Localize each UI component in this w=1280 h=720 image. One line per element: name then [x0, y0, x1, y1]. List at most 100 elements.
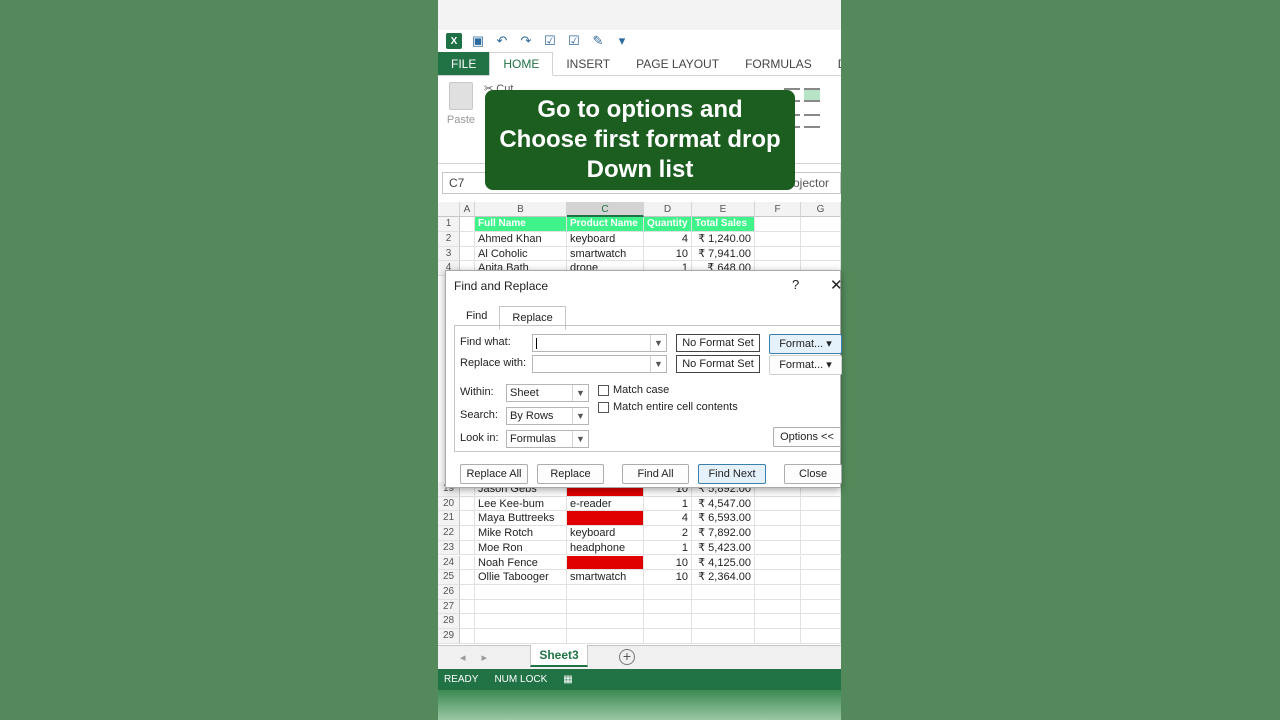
- cell[interactable]: [755, 555, 801, 571]
- cell-name[interactable]: Moe Ron: [475, 540, 567, 556]
- tab-data[interactable]: DATA: [825, 52, 841, 75]
- search-select[interactable]: By Rows ▼: [506, 407, 589, 425]
- find-what-input[interactable]: ▼: [532, 334, 667, 352]
- cell[interactable]: [460, 232, 475, 247]
- match-case-checkbox[interactable]: Match case: [598, 384, 669, 396]
- cell-sales[interactable]: [692, 614, 755, 629]
- cell[interactable]: [460, 614, 475, 629]
- add-sheet-icon[interactable]: +: [619, 649, 635, 665]
- cell-name[interactable]: [475, 584, 567, 600]
- header-cell[interactable]: Product Name: [567, 217, 644, 232]
- cell-quantity[interactable]: 1: [644, 540, 692, 556]
- checkbox-box[interactable]: [598, 401, 609, 413]
- redo-icon[interactable]: ↷: [518, 33, 534, 49]
- form-icon[interactable]: ✎: [590, 33, 606, 49]
- cell[interactable]: [755, 496, 801, 512]
- undo-icon[interactable]: ↶: [494, 33, 510, 49]
- tab-insert[interactable]: INSERT: [553, 52, 623, 75]
- cell-product[interactable]: projector: [567, 511, 644, 527]
- cell[interactable]: [801, 511, 841, 527]
- chevron-down-icon[interactable]: ▼: [572, 431, 588, 447]
- cell-sales[interactable]: ₹ 2,364.00: [692, 570, 755, 585]
- cell-quantity[interactable]: [644, 629, 692, 644]
- tab-page-layout[interactable]: PAGE LAYOUT: [623, 52, 732, 75]
- cell[interactable]: [755, 232, 801, 247]
- cell-quantity[interactable]: 4: [644, 511, 692, 527]
- close-button[interactable]: Close: [784, 464, 842, 484]
- chevron-down-icon[interactable]: ▼: [572, 385, 588, 401]
- chevron-down-icon[interactable]: ▼: [650, 356, 666, 372]
- cell[interactable]: [801, 232, 841, 247]
- cell[interactable]: [755, 246, 801, 262]
- row-number[interactable]: 2: [438, 232, 460, 247]
- row-number[interactable]: 25: [438, 570, 460, 585]
- chevron-down-icon[interactable]: ▼: [572, 408, 588, 424]
- within-select[interactable]: Sheet ▼: [506, 384, 589, 402]
- align-middle-icon[interactable]: [804, 88, 820, 102]
- cell-name[interactable]: [475, 599, 567, 615]
- align-right-icon[interactable]: [804, 114, 820, 128]
- find-format-button[interactable]: Format... ▾: [769, 334, 842, 354]
- cell-sales[interactable]: ₹ 4,547.00: [692, 496, 755, 512]
- cell[interactable]: [801, 246, 841, 262]
- row-number[interactable]: 28: [438, 614, 460, 629]
- cell[interactable]: [755, 526, 801, 541]
- checkbox-icon[interactable]: ☑: [566, 33, 582, 49]
- column-header-d[interactable]: D: [644, 202, 692, 217]
- cell-sales[interactable]: [692, 584, 755, 600]
- column-header-a[interactable]: A: [460, 202, 475, 217]
- cell-product[interactable]: [567, 614, 644, 629]
- cell[interactable]: [755, 540, 801, 556]
- cell[interactable]: [801, 526, 841, 541]
- row-number[interactable]: 21: [438, 511, 460, 527]
- cell-name[interactable]: Al Coholic: [475, 246, 567, 262]
- cell[interactable]: [801, 496, 841, 512]
- row-number[interactable]: 23: [438, 540, 460, 556]
- cell-product[interactable]: e-reader: [567, 496, 644, 512]
- cell-name[interactable]: Mike Rotch: [475, 526, 567, 541]
- sheet-tab-sheet3[interactable]: Sheet3: [530, 645, 588, 667]
- cell[interactable]: [801, 540, 841, 556]
- replace-format-button[interactable]: Format... ▾: [769, 355, 842, 375]
- save-icon[interactable]: ▣: [470, 33, 486, 49]
- cell[interactable]: [460, 496, 475, 512]
- paste-button[interactable]: Paste: [446, 82, 476, 126]
- cell[interactable]: [801, 217, 841, 232]
- column-header-f[interactable]: F: [755, 202, 801, 217]
- cell-product[interactable]: headphone: [567, 540, 644, 556]
- cell-name[interactable]: Noah Fence: [475, 555, 567, 571]
- cell-quantity[interactable]: 2: [644, 526, 692, 541]
- row-number[interactable]: 27: [438, 599, 460, 615]
- row-number[interactable]: 22: [438, 526, 460, 541]
- cell-quantity[interactable]: 10: [644, 555, 692, 571]
- replace-with-input[interactable]: ▼: [532, 355, 667, 373]
- cell[interactable]: [801, 629, 841, 644]
- cell-name[interactable]: Lee Kee-bum: [475, 496, 567, 512]
- cell[interactable]: [801, 555, 841, 571]
- cell[interactable]: [755, 570, 801, 585]
- select-all-corner[interactable]: [438, 202, 460, 217]
- row-number[interactable]: 24: [438, 555, 460, 571]
- cell-name[interactable]: Ahmed Khan: [475, 232, 567, 247]
- cell[interactable]: [460, 584, 475, 600]
- dropdown-arrow-icon[interactable]: ▾: [826, 359, 832, 371]
- row-number[interactable]: 1: [438, 217, 460, 232]
- row-number[interactable]: 20: [438, 496, 460, 512]
- help-icon[interactable]: ?: [792, 277, 799, 292]
- options-button[interactable]: Options <<: [773, 427, 841, 447]
- checkbox-icon[interactable]: ☑: [542, 33, 558, 49]
- row-number[interactable]: 3: [438, 246, 460, 262]
- cell[interactable]: [460, 511, 475, 527]
- header-cell[interactable]: Total Sales: [692, 217, 755, 232]
- chevron-down-icon[interactable]: ▼: [650, 335, 666, 351]
- find-all-button[interactable]: Find All: [622, 464, 689, 484]
- cell-product[interactable]: smartwatch: [567, 570, 644, 585]
- cell-product[interactable]: [567, 584, 644, 600]
- cell-name[interactable]: Maya Buttreeks: [475, 511, 567, 527]
- replace-button[interactable]: Replace: [537, 464, 604, 484]
- cell-name[interactable]: Ollie Tabooger: [475, 570, 567, 585]
- cell[interactable]: [460, 570, 475, 585]
- cell-product[interactable]: smartwatch: [567, 246, 644, 262]
- row-number[interactable]: 26: [438, 584, 460, 600]
- cell-product[interactable]: keyboard: [567, 232, 644, 247]
